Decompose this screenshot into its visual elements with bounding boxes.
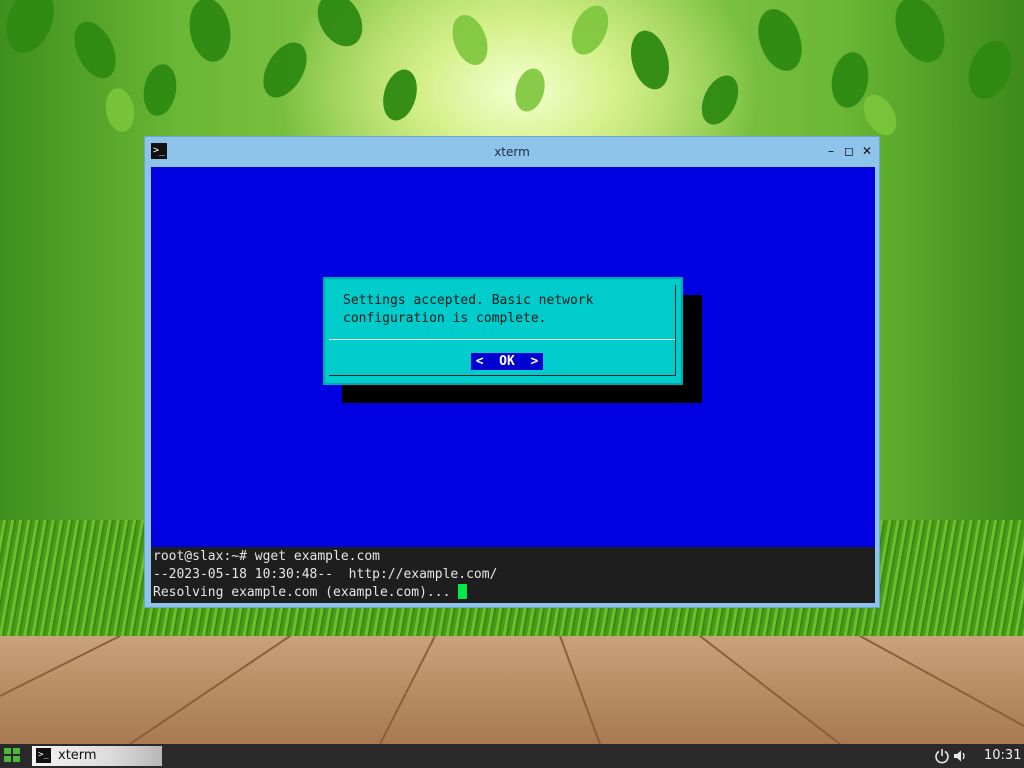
terminal-area[interactable]: Settings accepted. Basic network configu… [151, 167, 875, 603]
taskbar-item-label: xterm [58, 748, 97, 763]
maximize-icon[interactable]: ◻ [841, 143, 857, 159]
taskbar-item-xterm[interactable]: >_ xterm [32, 746, 162, 766]
terminal-icon: >_ [36, 748, 51, 763]
terminal-line: root@slax:~# wget example.com [153, 549, 380, 564]
message-dialog: Settings accepted. Basic network configu… [323, 277, 683, 385]
taskbar: >_ xterm 10:31 [0, 744, 1024, 768]
terminal-line: --2023-05-18 10:30:48-- http://example.c… [153, 567, 498, 582]
window-titlebar[interactable]: >_ xterm – ◻ ✕ [145, 137, 879, 167]
apps-grid-icon[interactable] [4, 748, 22, 764]
terminal-output: root@slax:~# wget example.com --2023-05-… [153, 548, 497, 602]
volume-icon[interactable] [952, 748, 968, 764]
close-icon[interactable]: ✕ [859, 143, 875, 159]
leaves-decoration [6, 0, 1012, 136]
dialog-message-line-1: Settings accepted. Basic network [343, 293, 594, 308]
xterm-window[interactable]: >_ xterm – ◻ ✕ Settings accepted. Basic … [144, 136, 880, 608]
dialog-message-line-2: configuration is complete. [343, 311, 547, 326]
terminal-cursor [458, 584, 468, 599]
power-icon[interactable] [934, 748, 950, 764]
terminal-line-current: Resolving example.com (example.com)... [153, 584, 497, 602]
wooden-floor-decoration [0, 636, 1024, 744]
terminal-line-text: Resolving example.com (example.com)... [153, 585, 459, 600]
ok-button[interactable]: < OK > [471, 353, 543, 370]
dialog-separator [329, 339, 675, 340]
window-title: xterm [494, 145, 530, 159]
minimize-icon[interactable]: – [823, 143, 839, 159]
dialog-frame: Settings accepted. Basic network configu… [329, 285, 676, 376]
clock[interactable]: 10:31 [984, 744, 1021, 768]
